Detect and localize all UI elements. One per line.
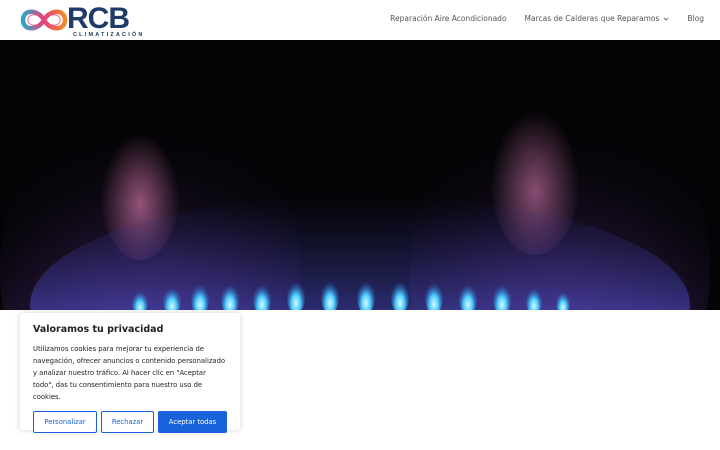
infinity-logo-icon (20, 9, 68, 31)
logo-tagline: CLIMATIZACIÓN (73, 32, 145, 38)
reject-button[interactable]: Rechazar (101, 411, 154, 433)
nav-item-aire-acondicionado[interactable]: Reparación Aire Acondicionado (390, 14, 506, 23)
hero-image (0, 40, 720, 310)
main-nav: Reparación Aire Acondicionado Marcas de … (390, 14, 704, 23)
nav-item-blog[interactable]: Blog (687, 14, 704, 23)
cookie-buttons: Personalizar Rechazar Aceptar todas (33, 411, 227, 433)
logo-wordmark: RCB (67, 2, 130, 35)
site-header: RCB CLIMATIZACIÓN Reparación Aire Acondi… (0, 0, 720, 40)
customize-button[interactable]: Personalizar (33, 411, 97, 433)
cookie-title: Valoramos tu privacidad (33, 324, 164, 335)
nav-item-label: Blog (687, 14, 704, 23)
cookie-description: Utilizamos cookies para mejorar tu exper… (33, 345, 226, 401)
nav-item-marcas-calderas[interactable]: Marcas de Calderas que Reparamos (525, 14, 670, 23)
nav-item-label: Marcas de Calderas que Reparamos (524, 14, 660, 23)
cookie-consent-banner: Valoramos tu privacidad Utilizamos cooki… (20, 313, 240, 433)
chevron-down-icon (664, 17, 669, 21)
gas-flame-image (0, 40, 720, 310)
nav-item-label: Reparación Aire Acondicionado (390, 14, 507, 23)
accept-all-button[interactable]: Aceptar todas (158, 411, 227, 433)
rcb-logo[interactable]: RCB CLIMATIZACIÓN (19, 2, 145, 38)
